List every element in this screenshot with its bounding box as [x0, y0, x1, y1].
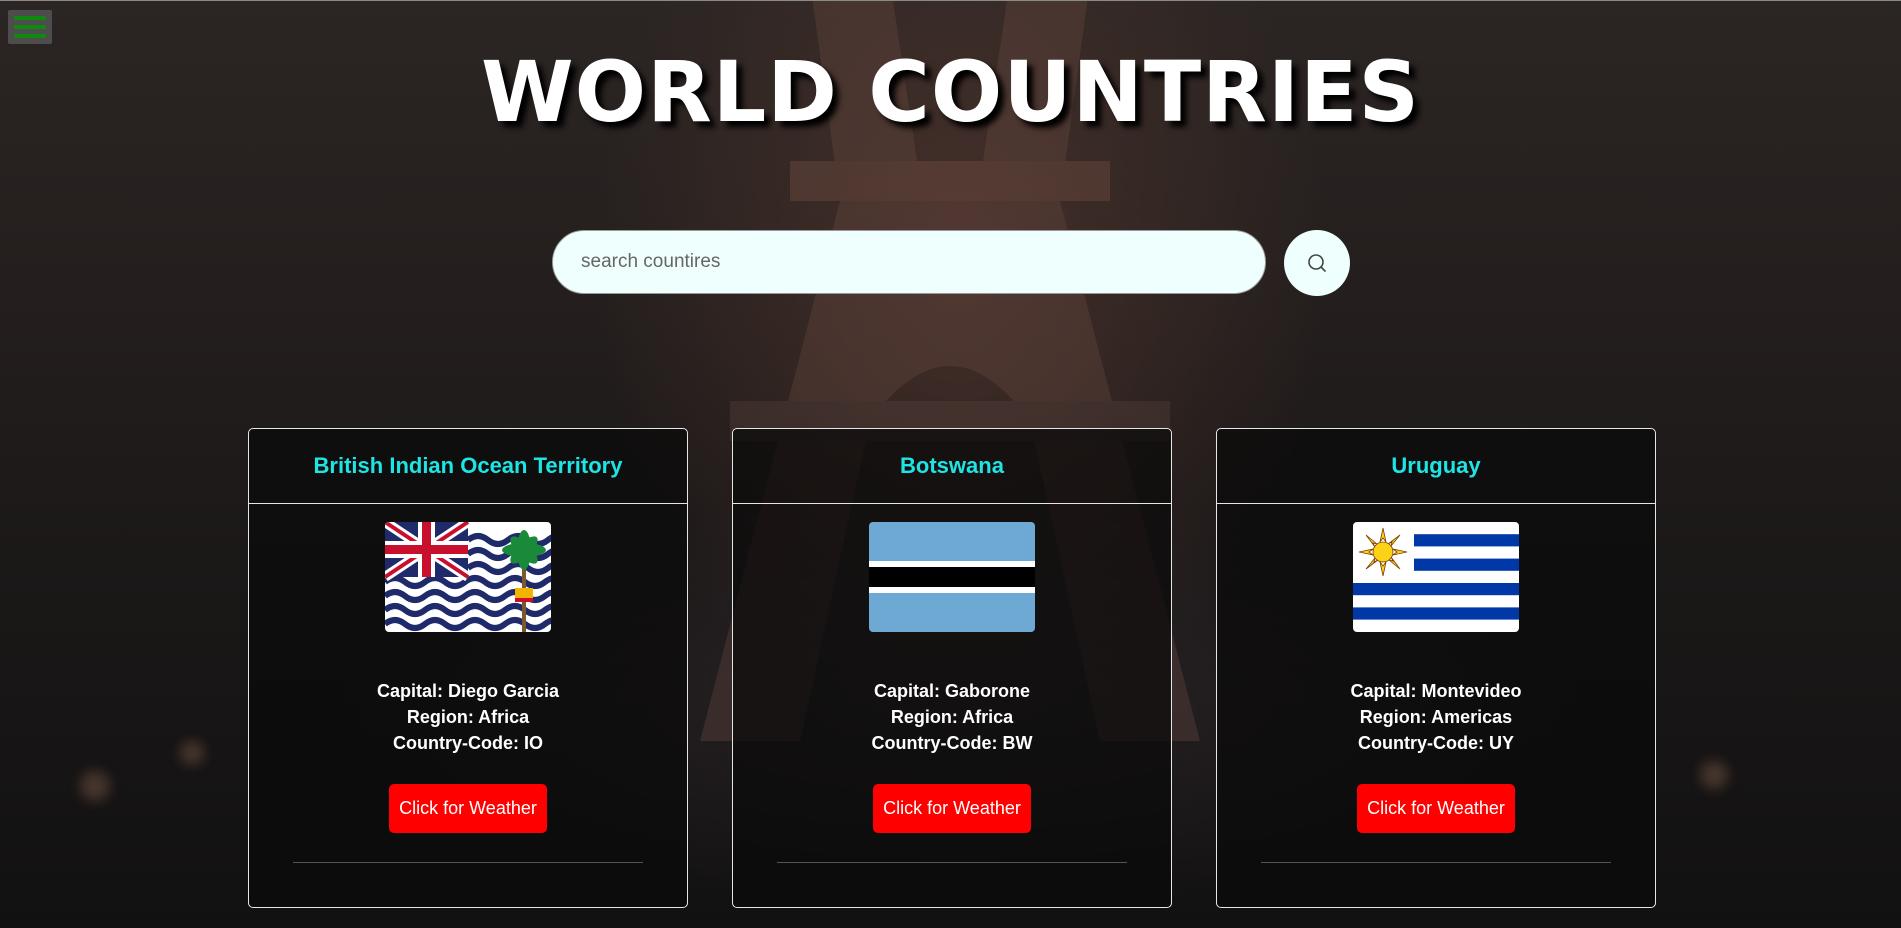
country-card: Botswana Capital: Gaborone Region: Afric… — [732, 428, 1172, 908]
country-info: Capital: Montevideo Region: Americas Cou… — [1217, 678, 1655, 756]
country-info: Capital: Diego Garcia Region: Africa Cou… — [249, 678, 687, 756]
hamburger-menu-icon — [14, 34, 46, 38]
background-bokeh — [180, 741, 204, 765]
background-bokeh — [80, 771, 110, 801]
card-header: Botswana — [733, 429, 1171, 504]
flag-uruguay-image — [1353, 522, 1519, 632]
page-background: WORLD COUNTRIES British Indian Ocean Ter… — [0, 0, 1901, 928]
card-divider — [777, 862, 1127, 863]
country-name: Uruguay — [1391, 453, 1481, 478]
background-bokeh — [1700, 761, 1728, 789]
country-code-text: Country-Code: IO — [393, 733, 543, 753]
country-code-text: Country-Code: UY — [1358, 733, 1514, 753]
flag-british-indian-ocean-territory-image — [385, 522, 551, 632]
search-icon — [1308, 254, 1326, 272]
region-text: Region: Africa — [890, 707, 1014, 727]
country-name: Botswana — [900, 453, 1004, 478]
country-name: British Indian Ocean Territory — [313, 453, 623, 478]
country-info: Capital: Gaborone Region: Africa Country… — [733, 678, 1171, 756]
weather-button[interactable]: Click for Weather — [389, 784, 547, 833]
region-text: Region: Americas — [1359, 707, 1513, 727]
card-header: Uruguay — [1217, 429, 1655, 504]
card-header: British Indian Ocean Territory — [249, 429, 687, 504]
menu-button[interactable] — [8, 10, 52, 44]
region-text: Region: Africa — [406, 707, 530, 727]
weather-button[interactable]: Click for Weather — [873, 784, 1031, 833]
country-card-list: British Indian Ocean Territory Capital: … — [248, 428, 1658, 910]
weather-button[interactable]: Click for Weather — [1357, 784, 1515, 833]
hamburger-menu-icon — [14, 25, 46, 29]
card-divider — [1261, 862, 1611, 863]
country-card: Uruguay Capital: Montevideo Region: Amer… — [1216, 428, 1656, 908]
capital-text: Capital: Diego Garcia — [376, 681, 560, 701]
page-title: WORLD COUNTRIES — [481, 43, 1420, 141]
country-code-text: Country-Code: BW — [871, 733, 1033, 753]
search-input[interactable] — [552, 230, 1266, 294]
search-button[interactable] — [1284, 230, 1350, 296]
hamburger-menu-icon — [14, 16, 46, 20]
flag-botswana-image — [869, 522, 1035, 632]
country-card: British Indian Ocean Territory Capital: … — [248, 428, 688, 908]
capital-text: Capital: Gaborone — [873, 681, 1030, 701]
capital-text: Capital: Montevideo — [1350, 681, 1522, 701]
card-divider — [293, 862, 643, 863]
